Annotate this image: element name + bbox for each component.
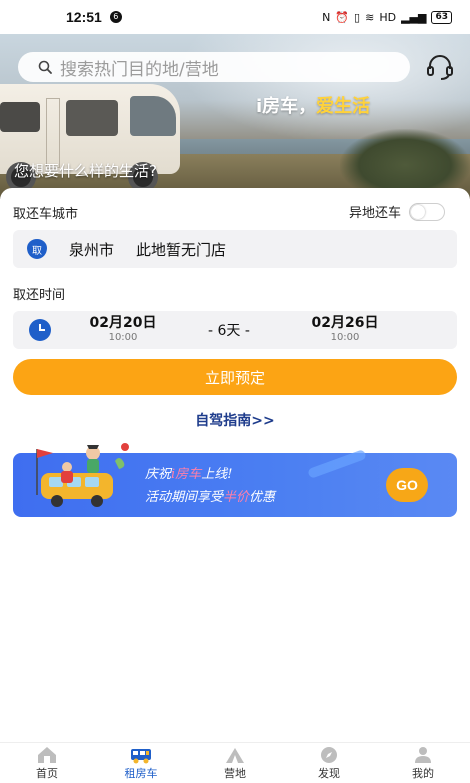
date-range-selector[interactable]: 02月20日 10:00 - 6天 - 02月26日 10:00: [13, 311, 457, 349]
user-icon: [415, 747, 431, 763]
promo-line2-highlight: 半价: [223, 490, 250, 505]
diff-return-toggle-row: 异地还车: [349, 202, 446, 221]
tab-rent-rv[interactable]: 租房车: [94, 743, 188, 783]
promo-go-button[interactable]: GO: [386, 468, 428, 502]
pickup-time-value: 10:00: [108, 332, 138, 343]
diff-return-label: 异地还车: [349, 206, 402, 221]
promo-line2-prefix: 活动期间享受: [145, 490, 224, 505]
status-icons: N ⏰ ▯ ≋ HD ▂▄▆ 63: [322, 10, 452, 24]
search-input[interactable]: 搜索热门目的地/营地: [18, 52, 410, 82]
status-bar: 12:51 6 N ⏰ ▯ ≋ HD ▂▄▆ 63: [0, 0, 470, 34]
search-icon: [38, 60, 52, 74]
time-section-label: 取还时间: [13, 288, 66, 303]
promo-banner[interactable]: 庆祝i房车上线! 活动期间享受半价优惠 GO: [13, 443, 457, 517]
tent-icon: [226, 748, 244, 763]
status-time: 12:51: [66, 9, 102, 25]
alarm-icon: ⏰: [335, 10, 350, 24]
notification-badge: 6: [109, 11, 122, 23]
battery-icon: 63: [431, 10, 452, 24]
book-now-button[interactable]: 立即预定: [13, 359, 457, 395]
promo-line1-suffix: 上线!: [201, 467, 233, 482]
bottom-tab-bar: 首页 租房车 营地 发现 我的: [0, 742, 470, 783]
tab-rent-rv-label: 租房车: [124, 767, 158, 780]
promo-line1: 庆祝i房车上线!: [145, 463, 232, 482]
home-icon: [38, 747, 56, 763]
vibrate-icon: ▯: [354, 10, 361, 24]
return-time-value: 10:00: [330, 332, 360, 343]
pickup-date[interactable]: 02月20日 10:00: [78, 315, 168, 344]
tab-campsite-label: 营地: [224, 767, 246, 780]
nfc-icon: N: [322, 10, 331, 24]
store-value: 此地暂无门店: [136, 240, 227, 259]
slogan-part1: i房车，: [256, 96, 317, 117]
pickup-pin-icon: 取: [27, 239, 47, 259]
promo-line1-prefix: 庆祝: [145, 467, 172, 482]
promo-line2: 活动期间享受半价优惠: [145, 486, 275, 505]
hd-icon: HD: [379, 10, 397, 24]
tab-discover-label: 发现: [318, 767, 340, 780]
compass-icon: [321, 747, 337, 763]
slogan: i房车，爱生活: [256, 92, 370, 118]
pickup-date-value: 02月20日: [89, 315, 157, 331]
signal-icon: ▂▄▆: [401, 10, 427, 24]
rental-duration: - 6天 -: [208, 323, 250, 339]
return-date-value: 02月26日: [311, 315, 379, 331]
promo-illustration: [36, 443, 129, 507]
self-drive-guide-link[interactable]: 自驾指南>>: [0, 410, 470, 430]
city-selector[interactable]: 取 泉州市 此地暂无门店: [13, 230, 457, 268]
tab-mine-label: 我的: [412, 767, 434, 780]
city-value: 泉州市: [69, 240, 115, 259]
tagline: 您想要什么样的生活?: [14, 162, 157, 180]
tab-home-label: 首页: [36, 767, 58, 780]
wifi-icon: ≋: [365, 10, 375, 24]
clock-icon: [29, 319, 51, 341]
search-placeholder: 搜索热门目的地/营地: [60, 59, 219, 80]
diff-return-toggle[interactable]: [409, 202, 446, 221]
rv-icon: [131, 749, 151, 764]
promo-line1-brand: i房车: [171, 467, 202, 482]
tab-home[interactable]: 首页: [0, 743, 94, 783]
promo-line2-suffix: 优惠: [249, 490, 276, 505]
customer-service-icon[interactable]: [425, 52, 455, 82]
city-section-label: 取还车城市: [13, 207, 79, 222]
tab-discover[interactable]: 发现: [282, 743, 376, 783]
tab-mine[interactable]: 我的: [376, 743, 470, 783]
slogan-part2: 爱生活: [316, 96, 371, 117]
tab-campsite[interactable]: 营地: [188, 743, 282, 783]
return-date[interactable]: 02月26日 10:00: [300, 315, 390, 344]
